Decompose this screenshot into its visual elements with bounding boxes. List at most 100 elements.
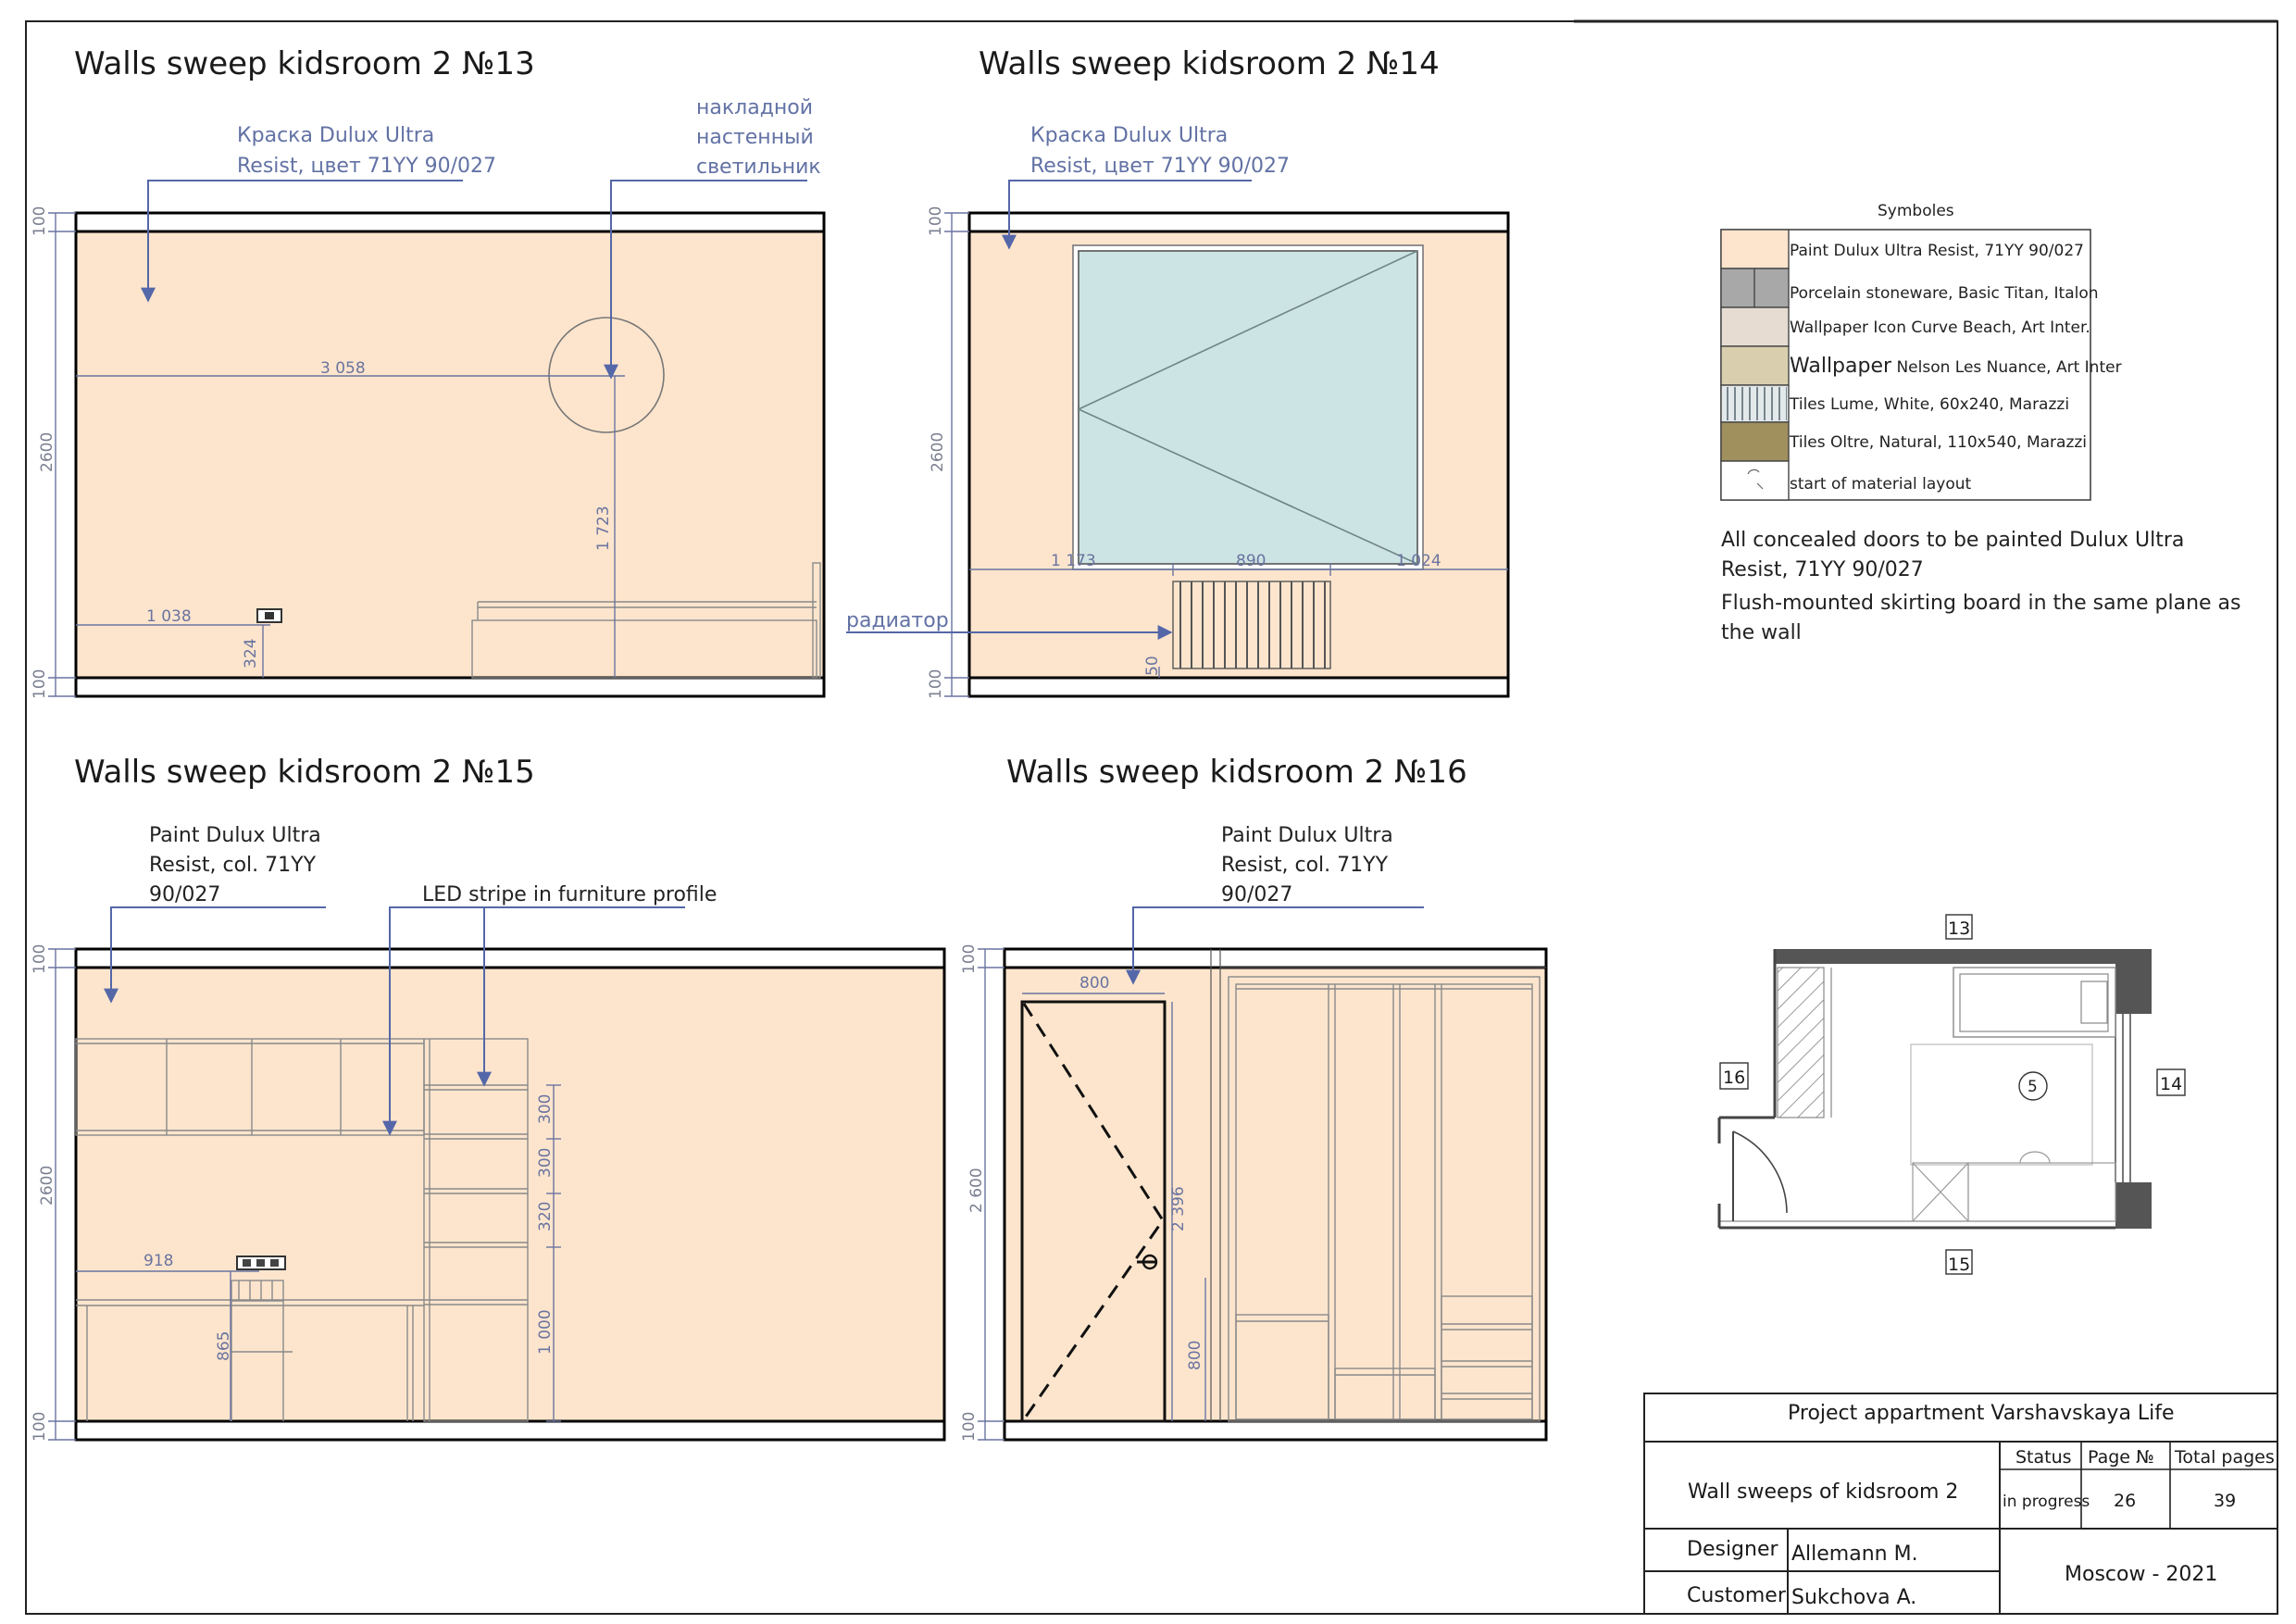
legend-label-wallpaper-curve: Wallpaper Icon Curve Beach, Art Inter. (1790, 319, 2090, 337)
plan-wall-top (1775, 949, 2152, 964)
elevation-14-radiator (1172, 581, 1331, 669)
elevation-13: Walls sweep kidsroom 2 №13 Краска Dulux … (31, 45, 826, 699)
title-block-total-value: 39 (2214, 1491, 2236, 1511)
elevation-16-paint-note-line-2: Resist, col. 71YY (1221, 854, 1389, 877)
elevation-15-wall (76, 968, 944, 1421)
title-block-page-label: Page № (2088, 1447, 2154, 1468)
title-block-customer-label: Customer (1687, 1584, 1787, 1607)
elevation-16-dim-door-width: 800 (1079, 974, 1109, 993)
elevation-16-paint-note-line-1: Paint Dulux Ultra (1221, 824, 1393, 847)
legend-swatch-paint (1720, 229, 1790, 269)
elevation-15-dim-shelf-1: 300 (536, 1094, 555, 1124)
elevation-16-floor-band (1003, 1419, 1548, 1442)
elevation-14-dim-left: 1 173 (1051, 552, 1096, 570)
title-block-sheet-name: Wall sweeps of kidsroom 2 (1688, 1480, 1958, 1504)
elevation-15-dim-top: 100 (31, 944, 49, 974)
elevation-15-dim-shelf-2: 300 (536, 1148, 555, 1178)
plan-tag-top: 13 (1948, 918, 1970, 939)
elevation-14-paint-note-line-2: Resist, цвет 71YY 90/027 (1030, 155, 1290, 178)
elevation-15-ceiling-band (74, 947, 946, 969)
plan-tag-bottom: 15 (1948, 1255, 1970, 1275)
elevation-15-dim-socket-offset: 918 (144, 1252, 173, 1270)
title-block-status-value: in progress (2003, 1493, 2090, 1511)
title-block-city-year: Moscow - 2021 (2065, 1563, 2217, 1586)
elevation-16-dim-bottom: 100 (960, 1412, 979, 1442)
elevation-14-window (1072, 244, 1424, 570)
elevation-13-title: Walls sweep kidsroom 2 №13 (74, 45, 535, 82)
elevation-13-dim-top: 100 (31, 206, 49, 236)
title-block-designer-label: Designer (1687, 1538, 1778, 1561)
elevation-13-dim-height: 2600 (38, 432, 56, 472)
plan-tag-right: 14 (2160, 1074, 2182, 1094)
elevation-15-paint-note-line-3: 90/027 (149, 883, 220, 906)
note-doors-line-2: Resist, 71YY 90/027 (1721, 558, 1924, 581)
plan-door-swing (1732, 1131, 1788, 1221)
elevation-14-dim-bottom: 100 (927, 669, 945, 699)
title-block-designer-value: Allemann M. (1791, 1543, 1918, 1566)
legend-swatch-wallpaper-curve (1720, 306, 1790, 347)
elevation-13-paint-note-line-2: Resist, цвет 71YY 90/027 (237, 155, 496, 178)
legend-label-paint: Paint Dulux Ultra Resist, 71YY 90/027 (1790, 242, 2084, 260)
elevation-15-led-note: LED stripe in furniture profile (422, 883, 717, 906)
elevation-15-dim-base: 1 000 (536, 1309, 555, 1355)
title-block: Project appartment Varshavskaya Life Wal… (1643, 1393, 2278, 1615)
elevation-13-ceiling-band (74, 211, 826, 233)
elevation-14-radiator-label: радиатор (846, 609, 949, 632)
elevation-16-title: Walls sweep kidsroom 2 №16 (1006, 754, 1467, 791)
title-block-page-value: 26 (2114, 1491, 2136, 1511)
legend-title: Symboles (1878, 202, 1954, 220)
note-skirting-line-2: the wall (1721, 621, 1802, 644)
legend-swatch-tiles-oltre (1720, 421, 1790, 462)
elevation-15: Walls sweep kidsroom 2 №15 Paint Dulux U… (31, 754, 946, 1442)
elevation-16-dim-handle-height: 800 (1186, 1341, 1204, 1370)
elevation-15-dim-height: 2600 (38, 1166, 56, 1206)
elevation-14-ceiling-band (967, 211, 1510, 233)
elevation-16-dim-height: 2 600 (967, 1168, 986, 1213)
room-key-plan: 5 13 14 15 16 (1717, 914, 2186, 1275)
elevation-15-dim-bottom: 100 (31, 1412, 49, 1442)
legend-label-wallpaper-nelson: Wallpaper Nelson Les Nuance, Art Inter (1790, 355, 2122, 378)
elevation-16-door (1020, 1000, 1167, 1423)
elevation-14-paint-note-line-1: Краска Dulux Ultra (1030, 124, 1228, 147)
title-block-customer-value: Sukchova A. (1791, 1586, 1916, 1609)
elevation-14-dim-height: 2600 (929, 432, 947, 472)
legend-swatch-wallpaper-nelson (1720, 345, 1790, 386)
elevation-16-dim-top: 100 (960, 944, 979, 974)
elevation-16: Walls sweep kidsroom 2 №16 Paint Dulux U… (960, 754, 1548, 1442)
legend-label-tiles-oltre: Tiles Oltre, Natural, 110x540, Marazzi (1789, 433, 2087, 452)
legend-label-porcelain: Porcelain stoneware, Basic Titan, Italon (1790, 284, 2099, 303)
symbols-legend: Symboles Paint Dulux Ultra Resist, 71YY … (1720, 202, 2122, 501)
elevation-15-paint-note-line-1: Paint Dulux Ultra (149, 824, 321, 847)
plan-marker-label: 5 (2028, 1078, 2038, 1096)
elevation-13-floor-band (74, 676, 826, 698)
elevation-14-floor-band (967, 676, 1510, 698)
elevation-14-title: Walls sweep kidsroom 2 №14 (979, 45, 1440, 82)
plan-desk (1912, 1151, 2116, 1222)
elevation-16-paint-note-line-3: 90/027 (1221, 883, 1292, 906)
elevation-15-dim-shelf-3: 320 (536, 1202, 555, 1231)
plan-bed (1953, 967, 2116, 1038)
plan-wall-right-lower (2115, 1182, 2152, 1229)
title-block-project: Project appartment Varshavskaya Life (1788, 1402, 2175, 1425)
plan-wardrobe (1777, 967, 1825, 1118)
elevation-14-dim-window: 890 (1236, 552, 1266, 570)
plan-wall-right-upper (2115, 949, 2152, 1014)
elevation-16-dim-door-height: 2 396 (1169, 1186, 1188, 1231)
elevation-13-dim-width: 3 058 (320, 359, 366, 378)
title-block-status-label: Status (2015, 1447, 2072, 1468)
note-skirting-line-1: Flush-mounted skirting board in the same… (1721, 592, 2241, 615)
note-doors-line-1: All concealed doors to be painted Dulux … (1721, 529, 2184, 552)
elevation-16-ceiling-band (1003, 947, 1548, 969)
elevation-15-floor-band (74, 1419, 946, 1442)
drawing-sheet: Walls sweep kidsroom 2 №13 Краска Dulux … (25, 19, 2278, 1615)
general-notes: All concealed doors to be painted Dulux … (1721, 529, 2241, 644)
elevation-14-dim-right: 1 024 (1396, 552, 1441, 570)
elevation-14-dim-top: 100 (927, 206, 945, 236)
plan-tag-left: 16 (1723, 1068, 1745, 1088)
plan-rug (1910, 1043, 2093, 1166)
elevation-15-paint-note-line-2: Resist, col. 71YY (149, 854, 317, 877)
elevation-13-dim-bottom: 100 (31, 669, 49, 699)
elevation-13-lamp-note-line-1: накладной (696, 96, 813, 119)
elevation-15-dim-socket-height: 865 (215, 1331, 233, 1361)
elevation-14-dim-radiator-gap: 50 (1143, 656, 1162, 676)
